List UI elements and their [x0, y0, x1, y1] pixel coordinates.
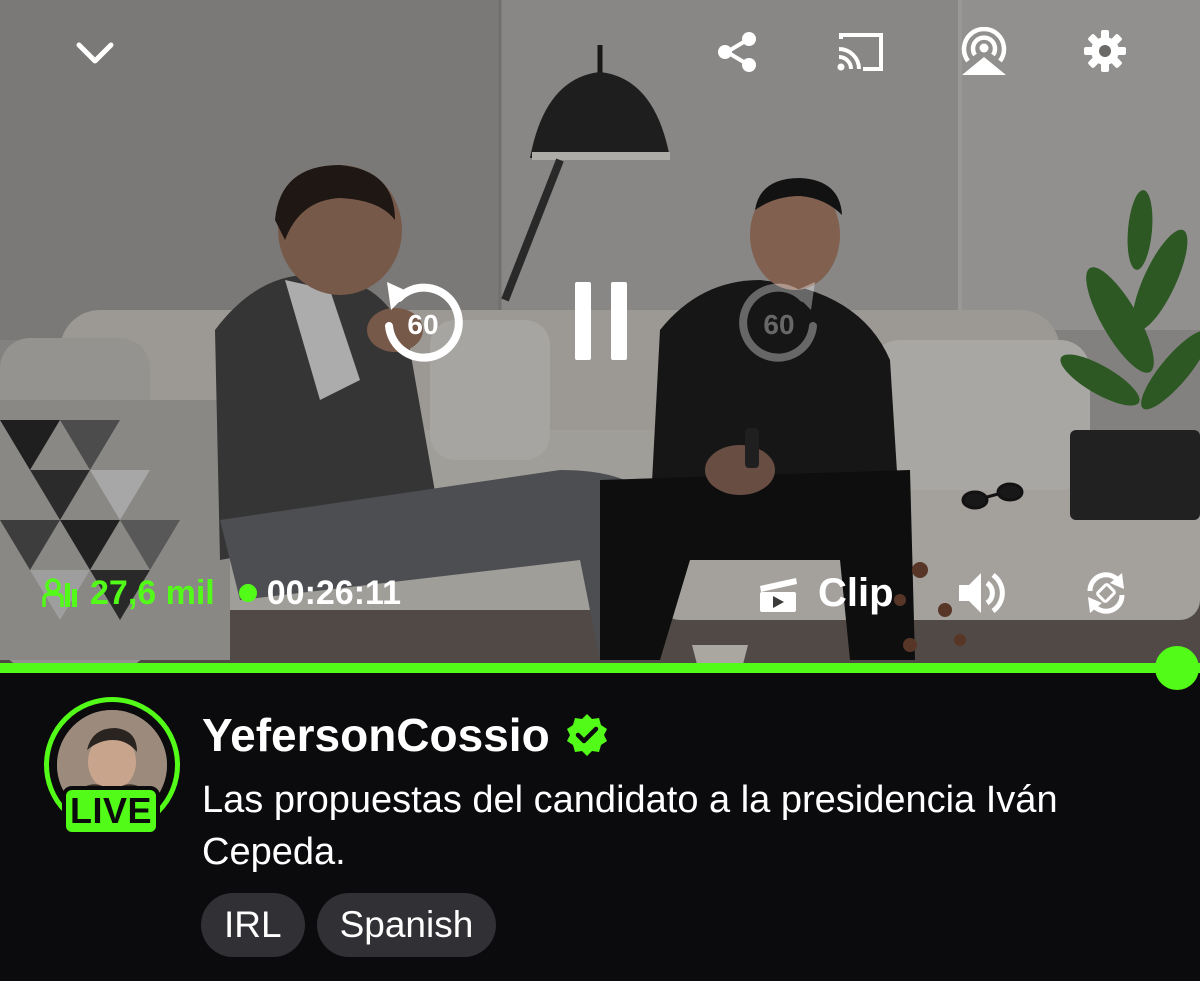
- clip-button[interactable]: Clip: [756, 570, 894, 616]
- pause-button[interactable]: [566, 278, 636, 364]
- video-player[interactable]: 60 60 27,6 mil 00:26:11 Clip: [0, 0, 1200, 668]
- progress-bar[interactable]: [0, 663, 1200, 673]
- tag-list: IRL Spanish: [201, 893, 497, 957]
- channel-header: YefersonCossio: [202, 705, 610, 765]
- viewer-count: 27,6 mil: [42, 574, 215, 613]
- clapperboard-icon: [760, 578, 797, 612]
- viewer-count-value: 27,6 mil: [90, 573, 215, 612]
- verified-badge-icon: [566, 714, 607, 756]
- viewers-icon: [42, 578, 77, 607]
- channel-avatar[interactable]: LIVE: [44, 697, 180, 836]
- cast-icon[interactable]: [834, 28, 886, 76]
- share-icon[interactable]: [713, 28, 761, 76]
- live-badge: LIVE: [62, 786, 160, 836]
- gear-icon[interactable]: [1080, 26, 1130, 76]
- airplay-icon[interactable]: [957, 26, 1011, 78]
- forward-seconds-label: 60: [763, 309, 794, 340]
- live-dot-icon: [238, 584, 257, 602]
- stream-stats: 27,6 mil 00:26:11: [42, 572, 401, 614]
- volume-icon[interactable]: [954, 568, 1010, 618]
- chevron-down-icon[interactable]: [70, 28, 120, 78]
- clip-label: Clip: [818, 570, 894, 615]
- rotate-screen-icon[interactable]: [1080, 568, 1132, 618]
- channel-name[interactable]: YefersonCossio: [202, 708, 550, 762]
- rewind-seconds-label: 60: [407, 309, 438, 340]
- tag-spanish[interactable]: Spanish: [316, 893, 497, 957]
- tag-irl[interactable]: IRL: [201, 893, 305, 957]
- progress-scrubber[interactable]: [1155, 646, 1199, 690]
- forward-60-button[interactable]: 60: [734, 275, 826, 367]
- stream-title: Las propuestas del candidato a la presid…: [202, 779, 1058, 873]
- pause-icon: [575, 282, 627, 360]
- elapsed-time: 00:26:11: [266, 573, 401, 612]
- rewind-60-button[interactable]: 60: [376, 275, 468, 367]
